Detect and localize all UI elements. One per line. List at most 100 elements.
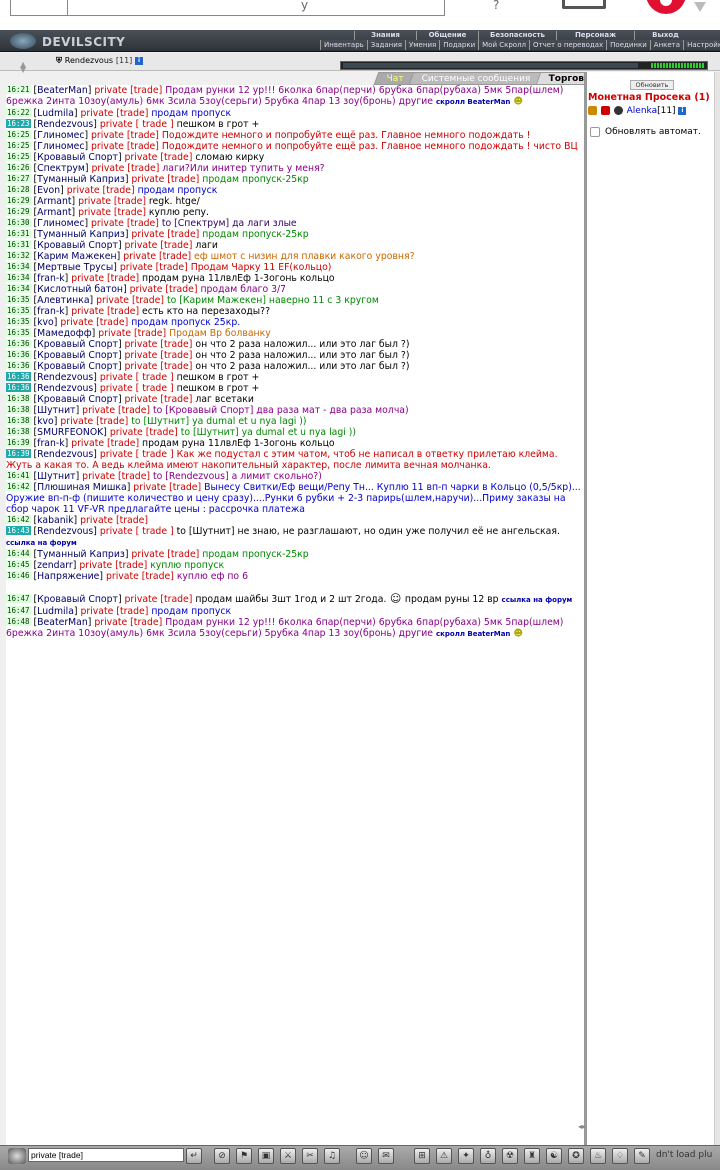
menu-character[interactable]: Персонаж [556,31,634,40]
private-channel-link[interactable]: private [trade] [125,594,193,605]
smile-icon[interactable]: ☺ [356,1148,372,1164]
cut-icon[interactable]: ✂ [302,1148,318,1164]
private-channel-link[interactable]: private [trade] [130,284,198,295]
private-channel-link[interactable]: private [trade] [71,438,139,449]
hot-icon[interactable]: ♨ [590,1148,606,1164]
message-author[interactable]: Глиномес [37,218,84,229]
menu-community[interactable]: Общение [416,31,478,40]
private-channel-link[interactable]: private [trade] [106,571,174,582]
message-author[interactable]: Глиномес [37,141,84,152]
private-channel-link[interactable]: private [trade] [91,141,159,152]
star-icon[interactable]: ✦ [458,1148,474,1164]
tab-system[interactable]: Системные сообщения [408,72,545,85]
message-link[interactable]: скролл BeaterMan [436,630,510,638]
chat-input[interactable] [28,1148,184,1162]
message-author[interactable]: Armant [37,207,71,218]
private-channel-link[interactable]: private [trade] [120,262,188,273]
message-author[interactable]: BeaterMan [37,617,88,628]
private-channel-link[interactable]: private [ trade ] [100,449,174,460]
message-author[interactable]: Карим Мажекен [37,251,116,262]
private-channel-link[interactable]: private [trade] [82,405,150,416]
badge-icon[interactable]: ✪ [568,1148,584,1164]
message-author[interactable]: kabanik [37,515,73,526]
private-channel-link[interactable]: private [trade] [125,152,193,163]
private-channel-link[interactable]: private [trade] [110,427,178,438]
private-channel-link[interactable]: private [trade] [79,560,147,571]
auto-refresh[interactable]: Обновлять автомат. [590,127,701,137]
message-author[interactable]: kvo [37,416,54,427]
message-author[interactable]: Алевтинка [37,295,89,306]
scrollbar[interactable] [714,72,720,1145]
private-channel-link[interactable]: private [trade] [78,207,146,218]
private-channel-link[interactable]: private [trade] [96,295,164,306]
message-author[interactable]: Кровавый Спорт [37,594,118,605]
message-author[interactable]: Туманный Каприз [37,174,125,185]
message-author[interactable]: Туманный Каприз [37,549,125,560]
private-channel-link[interactable]: private [trade] [91,130,159,141]
private-channel-link[interactable]: private [trade] [125,240,193,251]
private-channel-link[interactable]: private [trade] [81,606,149,617]
globe-icon[interactable]: ♁ [480,1148,496,1164]
online-user-row[interactable]: Alenka[11] i [588,106,687,116]
message-author[interactable]: Rendezvous [37,119,93,130]
private-channel-link[interactable]: private [trade] [81,108,149,119]
private-channel-link[interactable]: private [trade] [131,174,199,185]
message-author[interactable]: Ludmila [37,108,74,119]
submenu-transfers[interactable]: Отчет о переводах [529,40,606,50]
message-author[interactable]: Evon [37,185,60,196]
dropdown-arrow-icon[interactable] [694,2,706,12]
message-author[interactable]: Спектрум [37,163,85,174]
info-icon[interactable]: i [678,106,687,115]
submenu-inventory[interactable]: Инвентарь [320,40,367,50]
message-author[interactable]: zendarr [37,560,73,571]
message-author[interactable]: Шутнит [37,405,75,416]
info-icon[interactable]: i [135,56,144,65]
private-channel-link[interactable]: private [ trade ] [100,383,174,394]
menu-security[interactable]: Безопасность [478,31,556,40]
message-author[interactable]: Мамедофф [37,328,91,339]
message-author[interactable]: Rendezvous [37,449,93,460]
private-channel-link[interactable]: private [trade] [82,471,150,482]
chat-log[interactable]: 16:21 [BeaterMan] private [trade] Продам… [6,85,584,1145]
yinyang-icon[interactable]: ☯ [546,1148,562,1164]
submenu-fights[interactable]: Поединки [606,40,650,50]
online-user-name[interactable]: Alenka [627,106,657,116]
private-channel-link[interactable]: private [trade] [92,163,160,174]
music-icon[interactable]: ♫ [324,1148,340,1164]
private-channel-link[interactable]: private [ trade ] [100,119,174,130]
private-channel-link[interactable]: private [trade] [67,185,135,196]
player-name[interactable]: ⛨ Rendezvous [11] i [56,56,144,66]
message-author[interactable]: Кровавый Спорт [37,361,118,372]
avatar-icon[interactable] [8,1148,26,1164]
save-icon[interactable]: ▣ [258,1148,274,1164]
message-author[interactable]: Ludmila [37,606,74,617]
private-channel-link[interactable]: private [trade] [94,85,162,96]
message-author[interactable]: Кровавый Спорт [37,350,118,361]
submenu-settings[interactable]: Настройки [683,40,720,50]
private-channel-link[interactable]: private [trade] [94,617,162,628]
cancel-icon[interactable]: ⊘ [214,1148,230,1164]
enter-icon[interactable]: ↵ [186,1148,202,1164]
warning-icon[interactable]: ⚠ [436,1148,452,1164]
message-author[interactable]: BeaterMan [37,85,88,96]
private-channel-link[interactable]: private [trade] [133,482,201,493]
message-author[interactable]: fran-k [37,273,64,284]
resize-handle-icon[interactable]: ◂▸ [578,1122,586,1131]
edit-icon[interactable]: ✎ [634,1148,650,1164]
flag-icon[interactable]: ⚑ [236,1148,252,1164]
message-author[interactable]: Кровавый Спорт [37,240,118,251]
rook-icon[interactable]: ♜ [524,1148,540,1164]
message-author[interactable]: Кровавый Спорт [37,339,118,350]
private-channel-link[interactable]: private [trade] [71,306,139,317]
mail-icon[interactable]: ✉ [378,1148,394,1164]
private-channel-link[interactable]: private [trade] [71,273,139,284]
message-author[interactable]: Мертвые Трусы [37,262,113,273]
message-author[interactable]: Rendezvous [37,526,93,537]
message-author[interactable]: SMURFEONOK [37,427,103,438]
message-author[interactable]: Плюшиная Мишка [37,482,127,493]
private-channel-link[interactable]: private [trade] [125,350,193,361]
game-logo[interactable]: DEVILSCITY [6,31,125,51]
message-author[interactable]: Глиномес [37,130,84,141]
refresh-button[interactable]: Обновить [630,80,674,90]
message-author[interactable]: Rendezvous [37,372,93,383]
